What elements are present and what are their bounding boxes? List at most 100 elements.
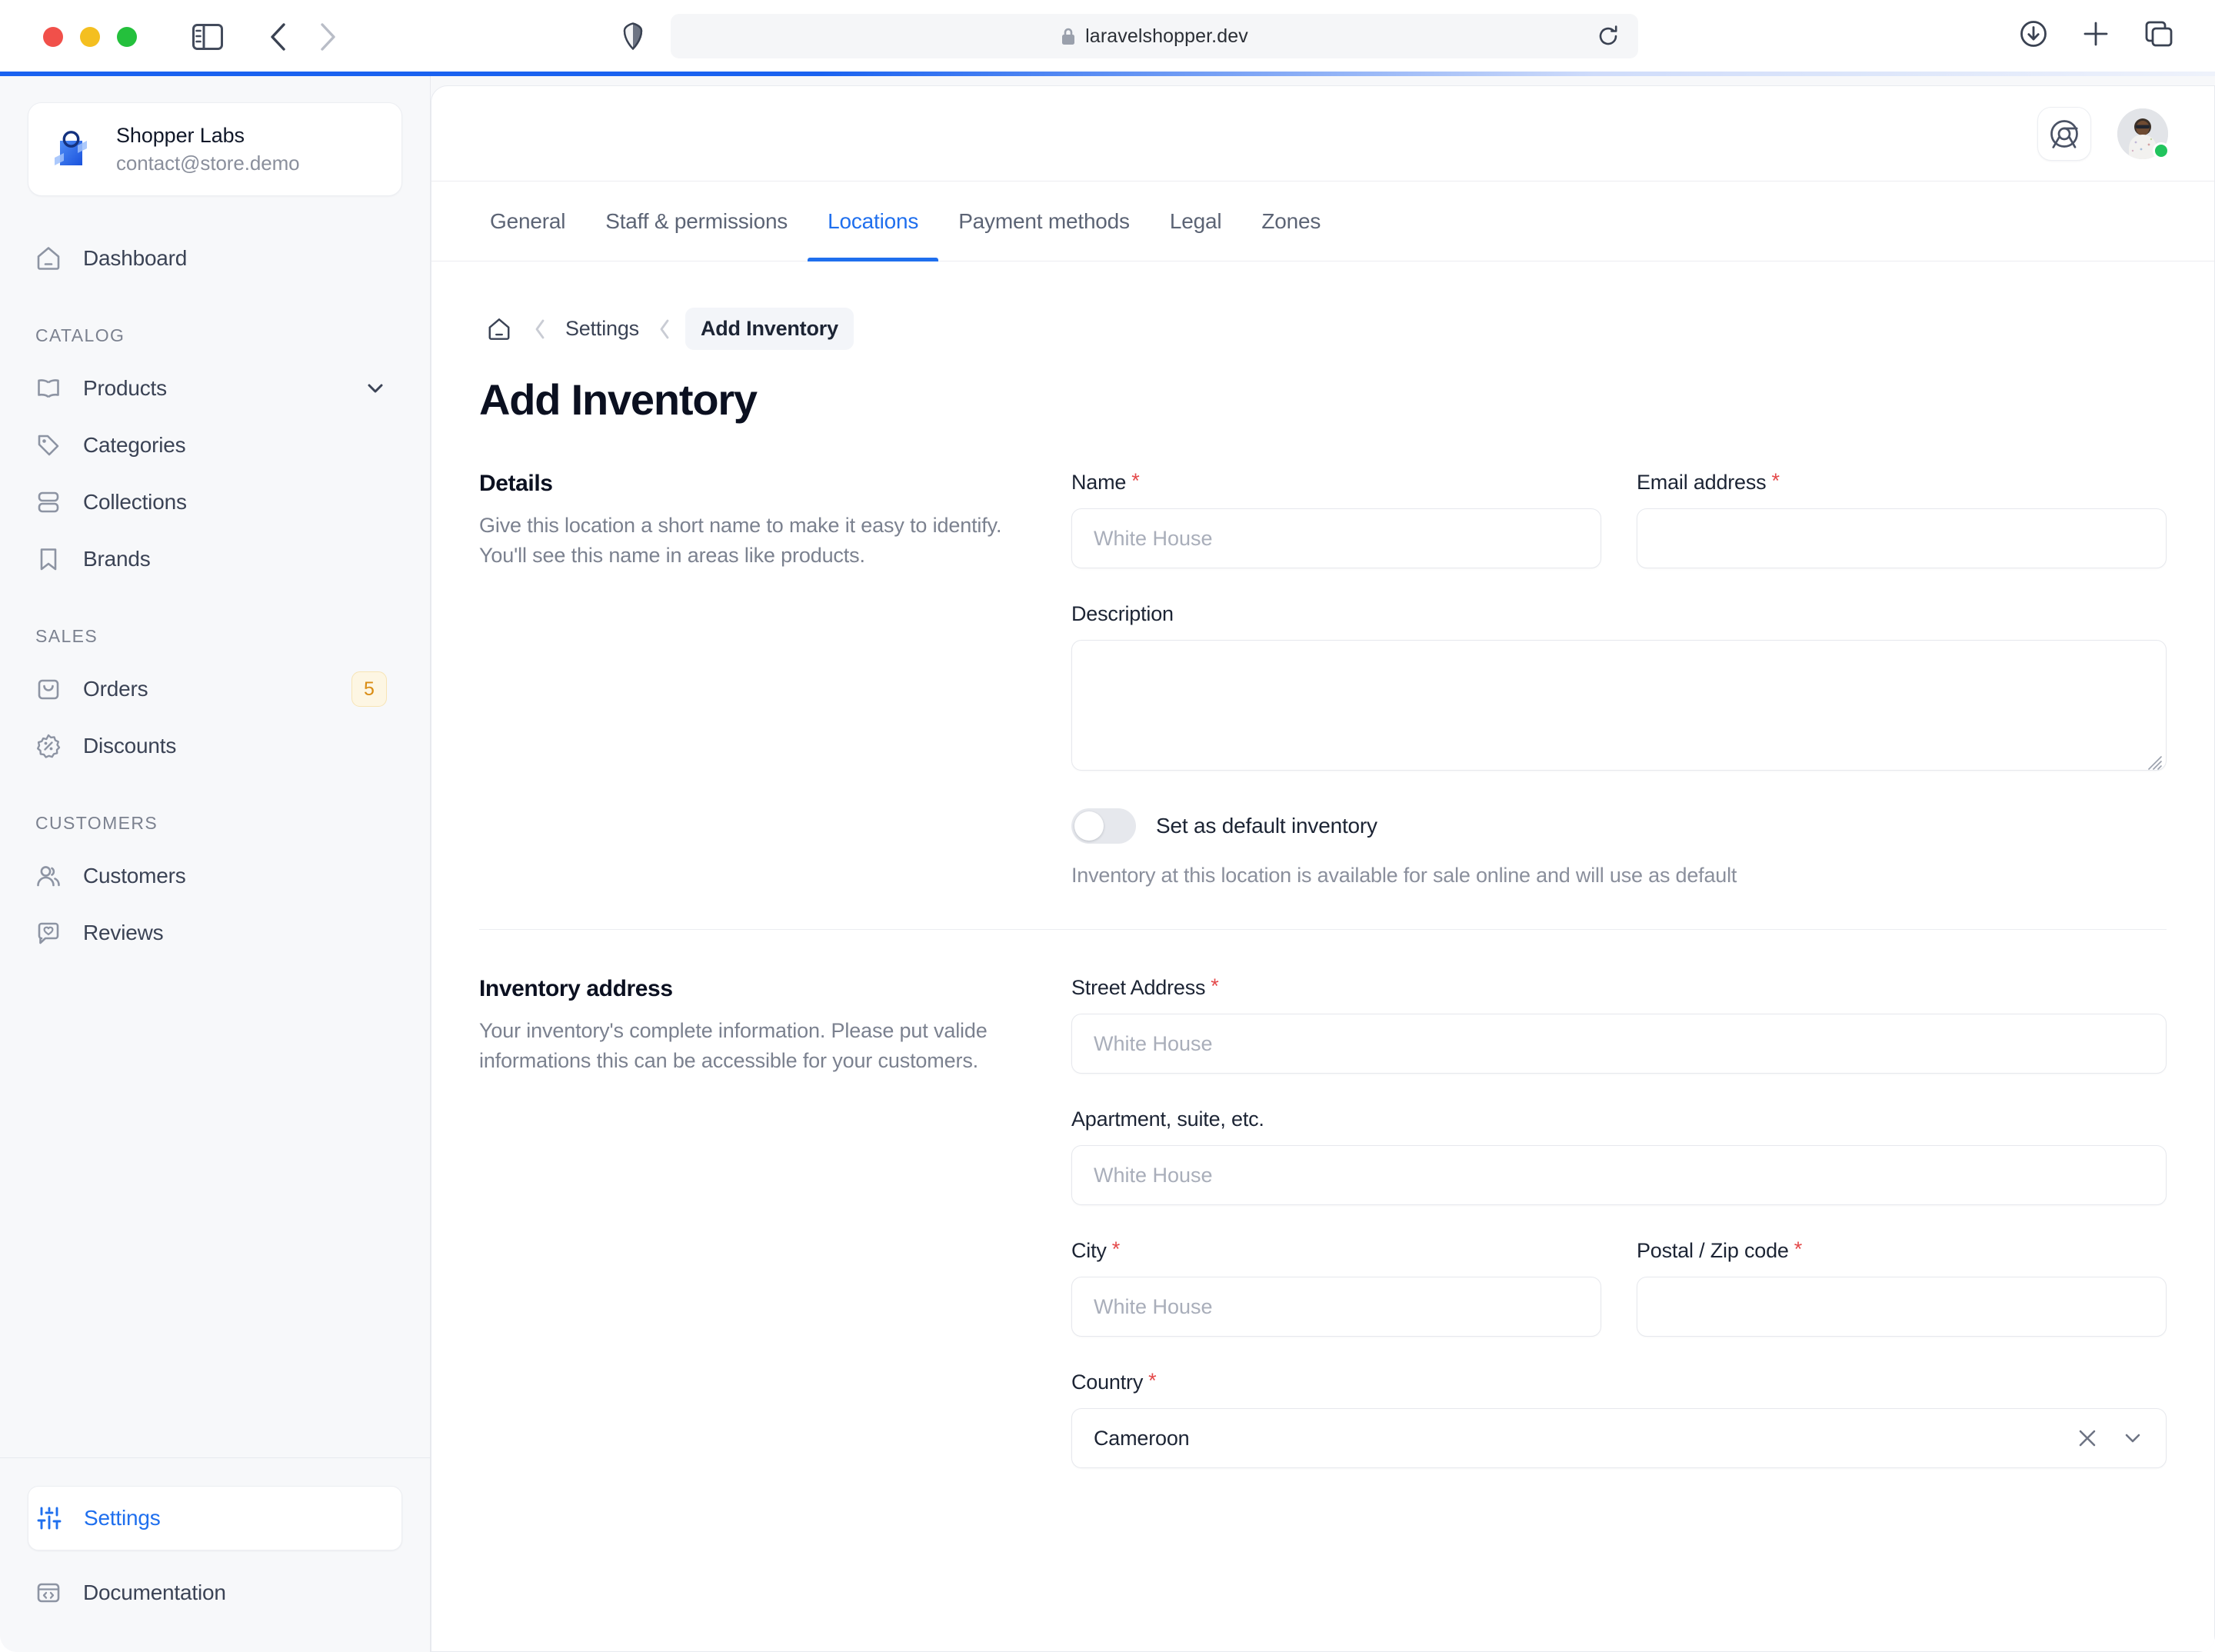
sidebar-toggle-icon[interactable] — [192, 24, 223, 50]
required-marker: * — [1112, 1239, 1120, 1260]
discount-icon — [35, 733, 69, 759]
forward-arrow-icon[interactable] — [320, 22, 337, 52]
url-text: laravelshopper.dev — [1085, 25, 1248, 48]
shield-icon[interactable] — [623, 22, 643, 50]
address-title: Inventory address — [479, 976, 1010, 1002]
back-arrow-icon[interactable] — [269, 22, 286, 52]
close-window-button[interactable] — [43, 27, 63, 47]
sidebar-item-reviews[interactable]: Reviews — [28, 904, 402, 961]
description-textarea-wrap — [1071, 640, 2167, 774]
address-section-fields: Street Address * Apartment, suite, etc. — [1071, 976, 2167, 1502]
required-marker: * — [1211, 976, 1218, 997]
address-description: Your inventory's complete information. P… — [479, 1016, 1010, 1075]
tab-payment-methods[interactable]: Payment methods — [938, 182, 1150, 261]
review-chat-icon — [35, 920, 69, 946]
breadcrumb-item-settings[interactable]: Settings — [561, 311, 644, 347]
tag-icon — [35, 432, 69, 458]
city-postal-row: City * Postal / Zip code * — [1071, 1239, 2167, 1337]
name-label: Name * — [1071, 471, 1601, 495]
default-inventory-toggle-row: Set as default inventory — [1071, 808, 2167, 844]
sidebar-item-collections[interactable]: Collections — [28, 474, 402, 531]
sidebar-group-sales-label: SALES — [35, 626, 402, 647]
tab-legal[interactable]: Legal — [1150, 182, 1242, 261]
toggle-help-text: Inventory at this location is available … — [1071, 864, 2167, 888]
required-marker: * — [1148, 1371, 1156, 1391]
city-input[interactable] — [1071, 1277, 1601, 1337]
inventory-address-section: Inventory address Your inventory's compl… — [479, 976, 2167, 1502]
plus-icon[interactable] — [2082, 20, 2110, 48]
tab-zones[interactable]: Zones — [1241, 182, 1341, 261]
tab-label: Staff & permissions — [605, 209, 788, 234]
chrome-icon[interactable] — [2037, 107, 2091, 161]
country-row: Country * Cameroon — [1071, 1371, 2167, 1468]
tab-overview-icon[interactable] — [2144, 20, 2173, 48]
name-input[interactable] — [1071, 508, 1601, 568]
tab-staff-permissions[interactable]: Staff & permissions — [585, 182, 808, 261]
sidebar-nav: Dashboard CATALOG Products — [0, 196, 430, 1457]
sidebar-item-customers[interactable]: Customers — [28, 848, 402, 904]
breadcrumb-home-icon[interactable] — [479, 309, 519, 349]
shopping-bag-logo — [52, 127, 96, 172]
section-divider — [479, 929, 2167, 930]
browser-window: laravelshopper.dev — [0, 0, 2215, 1652]
postal-field-group: Postal / Zip code * — [1637, 1239, 2167, 1337]
navigation-arrows — [269, 22, 337, 52]
close-icon[interactable] — [2077, 1427, 2098, 1449]
download-icon[interactable] — [2020, 20, 2047, 48]
url-bar[interactable]: laravelshopper.dev — [671, 14, 1638, 58]
sidebar-item-dashboard[interactable]: Dashboard — [28, 230, 402, 287]
sidebar-item-settings[interactable]: Settings — [28, 1486, 402, 1550]
details-description: Give this location a short name to make … — [479, 511, 1010, 570]
lock-icon — [1061, 27, 1076, 46]
sidebar-group-catalog-label: CATALOG — [35, 325, 402, 346]
breadcrumb: Settings Add Inventory — [479, 308, 2167, 350]
description-label: Description — [1071, 602, 2167, 626]
sidebar-item-documentation[interactable]: Documentation — [28, 1564, 402, 1621]
country-select[interactable]: Cameroon — [1071, 1408, 2167, 1468]
apartment-label: Apartment, suite, etc. — [1071, 1107, 2167, 1131]
tab-locations[interactable]: Locations — [808, 182, 938, 261]
description-textarea[interactable] — [1071, 640, 2167, 771]
sliders-icon — [36, 1505, 70, 1531]
reload-icon[interactable] — [1597, 25, 1620, 48]
avatar[interactable] — [2117, 108, 2168, 159]
details-section-fields: Name * Email address * — [1071, 471, 2167, 888]
main-panel: General Staff & permissions Locations Pa… — [431, 85, 2215, 1652]
country-select-actions — [2077, 1427, 2144, 1450]
apartment-input[interactable] — [1071, 1145, 2167, 1205]
code-window-icon — [35, 1580, 69, 1606]
country-label: Country * — [1071, 1371, 2167, 1394]
label-text: Apartment, suite, etc. — [1071, 1107, 1264, 1131]
sidebar-item-categories[interactable]: Categories — [28, 417, 402, 474]
country-field-group: Country * Cameroon — [1071, 1371, 2167, 1468]
default-inventory-toggle[interactable] — [1071, 808, 1136, 844]
window-controls — [43, 27, 137, 47]
sidebar-item-label: Customers — [83, 864, 186, 888]
tab-general[interactable]: General — [470, 182, 585, 261]
chevron-down-icon[interactable] — [364, 377, 387, 400]
sidebar-item-discounts[interactable]: Discounts — [28, 718, 402, 774]
maximize-window-button[interactable] — [117, 27, 137, 47]
minimize-window-button[interactable] — [80, 27, 100, 47]
brand-card[interactable]: Shopper Labs contact@store.demo — [28, 102, 402, 196]
settings-tabs: General Staff & permissions Locations Pa… — [431, 182, 2214, 261]
chevron-left-icon — [644, 318, 685, 340]
email-input[interactable] — [1637, 508, 2167, 568]
breadcrumb-item-add-inventory[interactable]: Add Inventory — [685, 308, 854, 350]
postal-label: Postal / Zip code * — [1637, 1239, 2167, 1263]
city-field-group: City * — [1071, 1239, 1601, 1337]
chevron-down-icon[interactable] — [2121, 1427, 2144, 1450]
sidebar-item-products[interactable]: Products — [28, 360, 402, 417]
stack-icon — [35, 489, 69, 515]
street-input[interactable] — [1071, 1014, 2167, 1074]
label-text: Postal / Zip code — [1637, 1239, 1789, 1263]
city-label: City * — [1071, 1239, 1601, 1263]
apartment-row: Apartment, suite, etc. — [1071, 1107, 2167, 1205]
bookmark-icon — [35, 546, 69, 572]
sidebar-item-orders[interactable]: Orders 5 — [28, 661, 402, 718]
required-marker: * — [1131, 471, 1139, 491]
address-section-info: Inventory address Your inventory's compl… — [479, 976, 1071, 1502]
sidebar-item-brands[interactable]: Brands — [28, 531, 402, 588]
postal-input[interactable] — [1637, 1277, 2167, 1337]
browser-toolbar-right — [2020, 20, 2173, 48]
